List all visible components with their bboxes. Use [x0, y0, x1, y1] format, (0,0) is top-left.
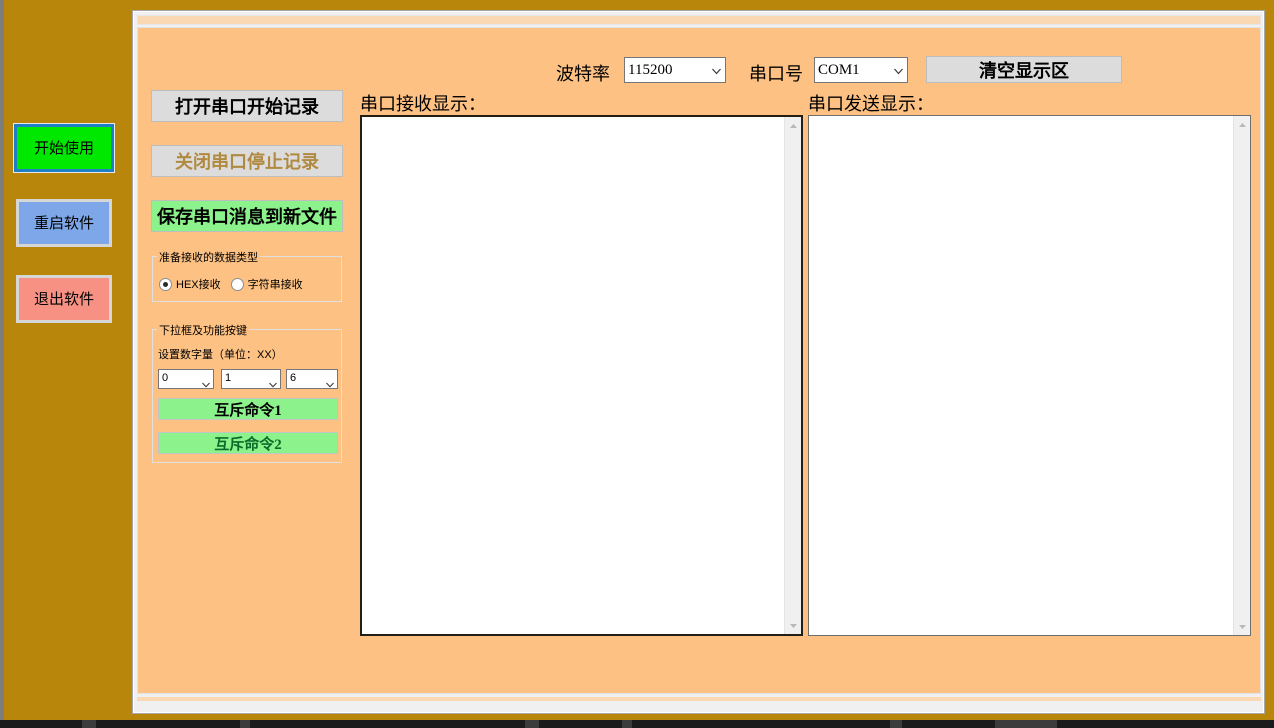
scroll-up-icon[interactable]	[1234, 116, 1250, 133]
data-type-radio-row: HEX接收 字符串接收	[159, 276, 303, 292]
baud-rate-label: 波特率	[556, 64, 610, 84]
send-display-label: 串口发送显示：	[808, 94, 934, 114]
numeric-select-3[interactable]: 6	[286, 368, 338, 389]
receive-display-label: 串口接收显示：	[360, 94, 486, 114]
scroll-down-icon[interactable]	[1234, 618, 1250, 635]
start-use-button[interactable]: 开始使用	[13, 123, 115, 173]
scroll-up-icon[interactable]	[785, 117, 801, 134]
numeric-select-2-wrapper: 1	[221, 368, 281, 389]
restart-software-button[interactable]: 重启软件	[16, 199, 112, 247]
start-use-button-label: 开始使用	[33, 139, 94, 157]
data-type-groupbox-title: 准备接收的数据类型	[157, 249, 260, 265]
send-display-text[interactable]	[809, 116, 1232, 635]
quit-software-button[interactable]: 退出软件	[16, 275, 112, 323]
serial-port-label: 串口号	[749, 64, 803, 84]
numeric-select-2[interactable]: 1	[221, 368, 281, 389]
save-serial-log-button[interactable]: 保存串口消息到新文件	[151, 200, 343, 232]
close-serial-port-button[interactable]: 关闭串口停止记录	[151, 145, 343, 177]
receive-scrollbar[interactable]	[784, 117, 801, 634]
radio-string-receive-label: 字符串接收	[247, 279, 303, 291]
data-type-groupbox: 准备接收的数据类型 HEX接收 字符串接收	[152, 249, 342, 302]
serial-port-select[interactable]: COM1	[814, 57, 908, 83]
serial-port-select-wrapper: COM1	[814, 57, 908, 83]
numeric-setting-label: 设置数字量（单位：XX）	[158, 349, 283, 361]
radio-string-receive[interactable]: 字符串接收	[230, 276, 303, 292]
screen-root: 开始使用 重启软件 退出软件 波特率 115200 串口号 COM1 清空显示区…	[0, 0, 1274, 728]
radio-hex-receive[interactable]: HEX接收	[159, 276, 221, 292]
open-serial-port-button[interactable]: 打开串口开始记录	[151, 90, 343, 122]
send-scrollbar-track[interactable]	[1234, 133, 1250, 618]
numeric-select-1[interactable]: 0	[158, 368, 214, 389]
scroll-down-icon[interactable]	[785, 617, 801, 634]
numeric-select-3-wrapper: 6	[286, 368, 338, 389]
desktop-left-edge-strip	[0, 0, 4, 722]
taskbar-sliver[interactable]	[0, 720, 1274, 728]
receive-display-text[interactable]	[362, 117, 783, 634]
dropdown-function-groupbox-title: 下拉框及功能按键	[157, 322, 249, 338]
window-bottom-strip	[137, 697, 1261, 701]
mutex-command-1-button[interactable]: 互斥命令1	[158, 398, 338, 420]
radio-string-receive-mark	[230, 277, 244, 291]
baud-rate-select[interactable]: 115200	[624, 57, 726, 83]
radio-hex-receive-mark	[159, 277, 172, 291]
numeric-select-1-wrapper: 0	[158, 368, 214, 389]
radio-hex-receive-label: HEX接收	[176, 279, 221, 291]
window-client-area: 波特率 115200 串口号 COM1 清空显示区 打开串口开始记录 关闭串口停…	[137, 27, 1261, 694]
baud-rate-select-wrapper: 115200	[624, 57, 726, 83]
mutex-command-2-button[interactable]: 互斥命令2	[158, 432, 338, 454]
restart-software-button-label: 重启软件	[33, 214, 94, 232]
receive-display-textarea[interactable]	[360, 115, 803, 636]
send-scrollbar[interactable]	[1233, 116, 1250, 635]
send-display-textarea[interactable]	[808, 115, 1251, 636]
clear-display-button[interactable]: 清空显示区	[926, 56, 1122, 83]
receive-scrollbar-track[interactable]	[785, 134, 801, 617]
application-window: 波特率 115200 串口号 COM1 清空显示区 打开串口开始记录 关闭串口停…	[132, 10, 1265, 714]
window-top-strip	[137, 15, 1261, 25]
dropdown-function-groupbox: 下拉框及功能按键 设置数字量（单位：XX） 0 1 6 互斥命令1 互斥命令2	[152, 322, 342, 463]
quit-software-button-label: 退出软件	[33, 290, 94, 308]
